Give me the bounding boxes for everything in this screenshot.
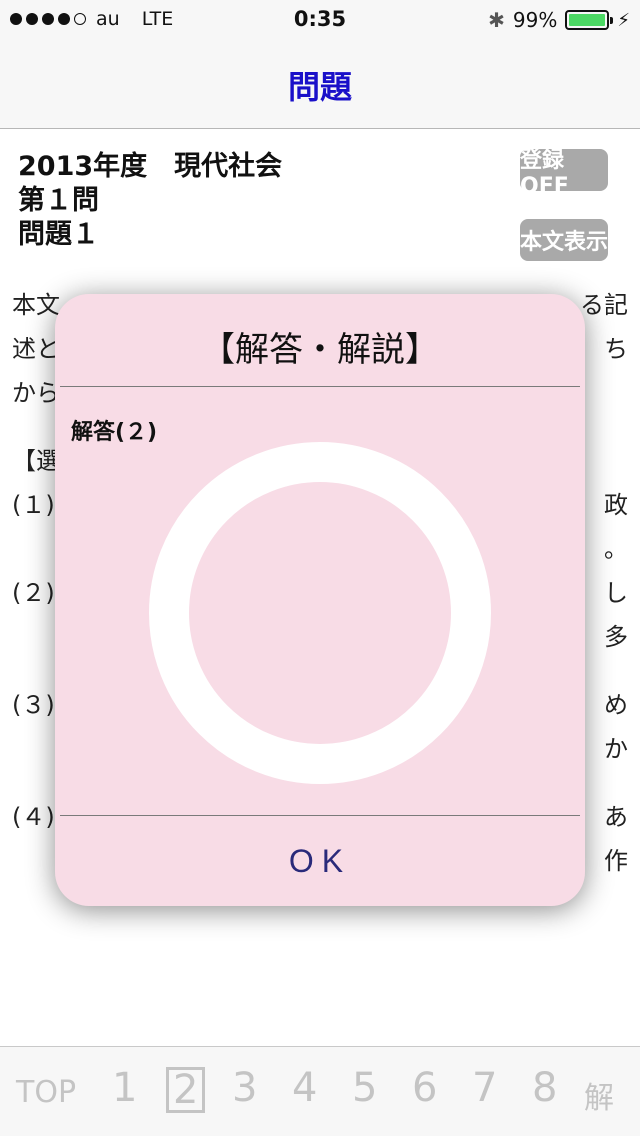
status-bar: au LTE 0:35 ✱ 99% ⚡	[0, 0, 640, 40]
body-fragment: し	[604, 579, 628, 607]
body-fragment: あ	[604, 803, 628, 831]
body-fragment: る記	[580, 291, 628, 319]
body-fragment: 多	[604, 623, 628, 651]
question-header: 2013年度 現代社会 第１問 問題１	[18, 150, 282, 252]
ok-button[interactable]: OK	[55, 816, 585, 906]
show-text-button[interactable]: 本文表示	[520, 219, 608, 261]
choice-2-label: (２)	[12, 579, 55, 607]
register-toggle-button[interactable]: 登録 OFF	[520, 148, 608, 199]
choices-heading: 【選	[12, 447, 60, 475]
answer-label: 解答(２)	[71, 420, 158, 445]
year-subject: 2013年度 現代社会	[18, 151, 283, 182]
section-label: 第１問	[18, 185, 99, 216]
body-fragment: 作	[604, 847, 628, 875]
body-fragment: 本文	[12, 291, 60, 319]
battery-icon	[565, 10, 614, 30]
divider	[60, 386, 580, 387]
toolbar-item-3[interactable]: 3	[232, 1065, 257, 1111]
choice-1-label: (１)	[12, 491, 55, 519]
toolbar-item-5[interactable]: 5	[352, 1065, 377, 1111]
battery-fill	[569, 14, 605, 26]
dialog-title: 【解答・解説】	[201, 330, 439, 370]
body-fragment: 。	[604, 535, 628, 563]
page-title: 問題	[287, 68, 352, 106]
problem-label: 問題１	[18, 219, 99, 250]
body-fragment: ち	[604, 335, 628, 363]
toolbar-item-2-current[interactable]: 2	[166, 1067, 206, 1113]
battery-percent: 99%	[512, 8, 558, 32]
toolbar-item-8[interactable]: 8	[532, 1065, 557, 1111]
toolbar-item-1[interactable]: 1	[112, 1065, 137, 1111]
bottom-toolbar: TOP 1 2 3 4 5 6 7 8 解	[0, 1046, 640, 1136]
toolbar-item-6[interactable]: 6	[412, 1065, 437, 1111]
answer-dialog: 【解答・解説】 解答(２) OK	[55, 294, 585, 906]
body-fragment: 述と	[12, 335, 60, 363]
bluetooth-icon: ✱	[488, 8, 505, 32]
circle-correct-icon	[149, 442, 491, 784]
charging-icon: ⚡	[617, 9, 630, 31]
toolbar-explanation-button[interactable]: 解	[584, 1073, 614, 1117]
choice-3-label: (３)	[12, 691, 55, 719]
status-right: ✱ 99% ⚡	[488, 8, 630, 32]
choice-4-label: (４)	[12, 803, 55, 831]
toolbar-item-7[interactable]: 7	[472, 1065, 497, 1111]
body-fragment: か	[604, 735, 628, 763]
body-fragment: め	[604, 691, 628, 719]
body-fragment: 政	[604, 491, 628, 519]
toolbar-top-button[interactable]: TOP	[16, 1075, 76, 1110]
navigation-bar: 問題	[0, 40, 640, 129]
body-fragment: から	[12, 379, 60, 407]
toolbar-item-4[interactable]: 4	[292, 1065, 317, 1111]
